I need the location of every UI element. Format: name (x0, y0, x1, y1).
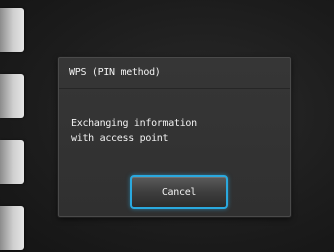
wps-dialog: WPS (PIN method) Exchanging information … (58, 57, 291, 217)
dialog-title: WPS (PIN method) (69, 67, 161, 78)
side-menu-tab-1[interactable] (0, 8, 24, 52)
dialog-message: Exchanging information with access point (71, 118, 197, 144)
dialog-divider (59, 88, 290, 89)
side-menu-tab-3[interactable] (0, 140, 24, 184)
side-menu-tab-4[interactable] (0, 206, 24, 250)
side-menu-tab-2[interactable] (0, 74, 24, 118)
cancel-button[interactable]: Cancel (130, 175, 228, 209)
camera-screen: WPS (PIN method) Exchanging information … (0, 0, 334, 252)
